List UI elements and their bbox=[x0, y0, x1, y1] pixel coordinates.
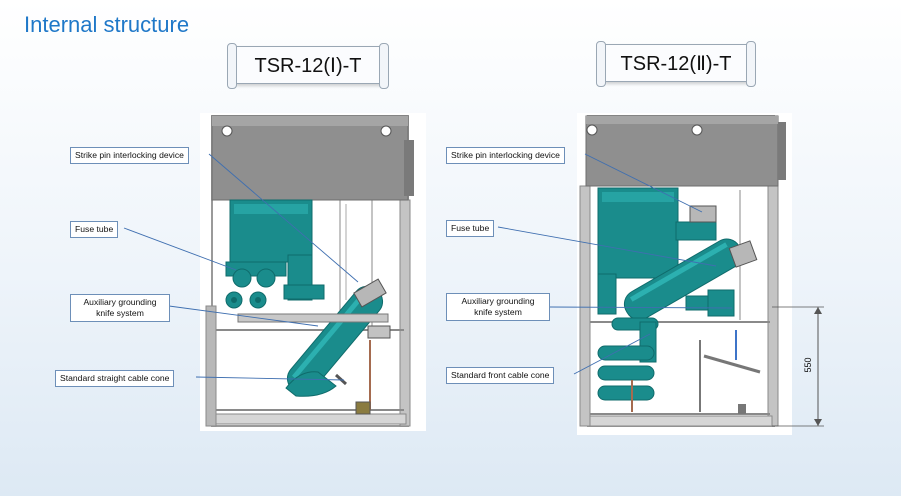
left-callout-aux-grounding: Auxiliary grounding knife system bbox=[70, 294, 170, 322]
right-aux-line2: knife system bbox=[474, 307, 522, 317]
dimension-label: 550 bbox=[803, 357, 813, 373]
left-callout-fuse-tube: Fuse tube bbox=[70, 221, 119, 238]
left-callout-cable-cone: Standard straight cable cone bbox=[55, 370, 175, 387]
right-cable-cone-1 bbox=[597, 345, 655, 361]
left-callout-strike-pin: Strike pin interlocking device bbox=[70, 147, 189, 164]
left-aux-line2: knife system bbox=[96, 308, 144, 318]
right-aux-line1: Auxiliary grounding bbox=[461, 296, 535, 306]
right-top-compartment bbox=[585, 115, 779, 187]
right-callout-aux-grounding: Auxiliary grounding knife system bbox=[446, 293, 550, 321]
switchgear-drawings bbox=[123, 115, 824, 427]
left-aux-line1: Auxiliary grounding bbox=[83, 297, 157, 307]
left-top-compartment bbox=[211, 115, 409, 201]
right-callout-fuse-tube: Fuse tube bbox=[446, 220, 495, 237]
right-callout-cable-cone: Standard front cable cone bbox=[446, 367, 555, 384]
right-callout-strike-pin: Strike pin interlocking device bbox=[446, 147, 565, 164]
right-cable-cone-2 bbox=[597, 365, 655, 381]
right-cable-cone-3 bbox=[597, 385, 655, 401]
right-switchgear bbox=[579, 115, 824, 427]
